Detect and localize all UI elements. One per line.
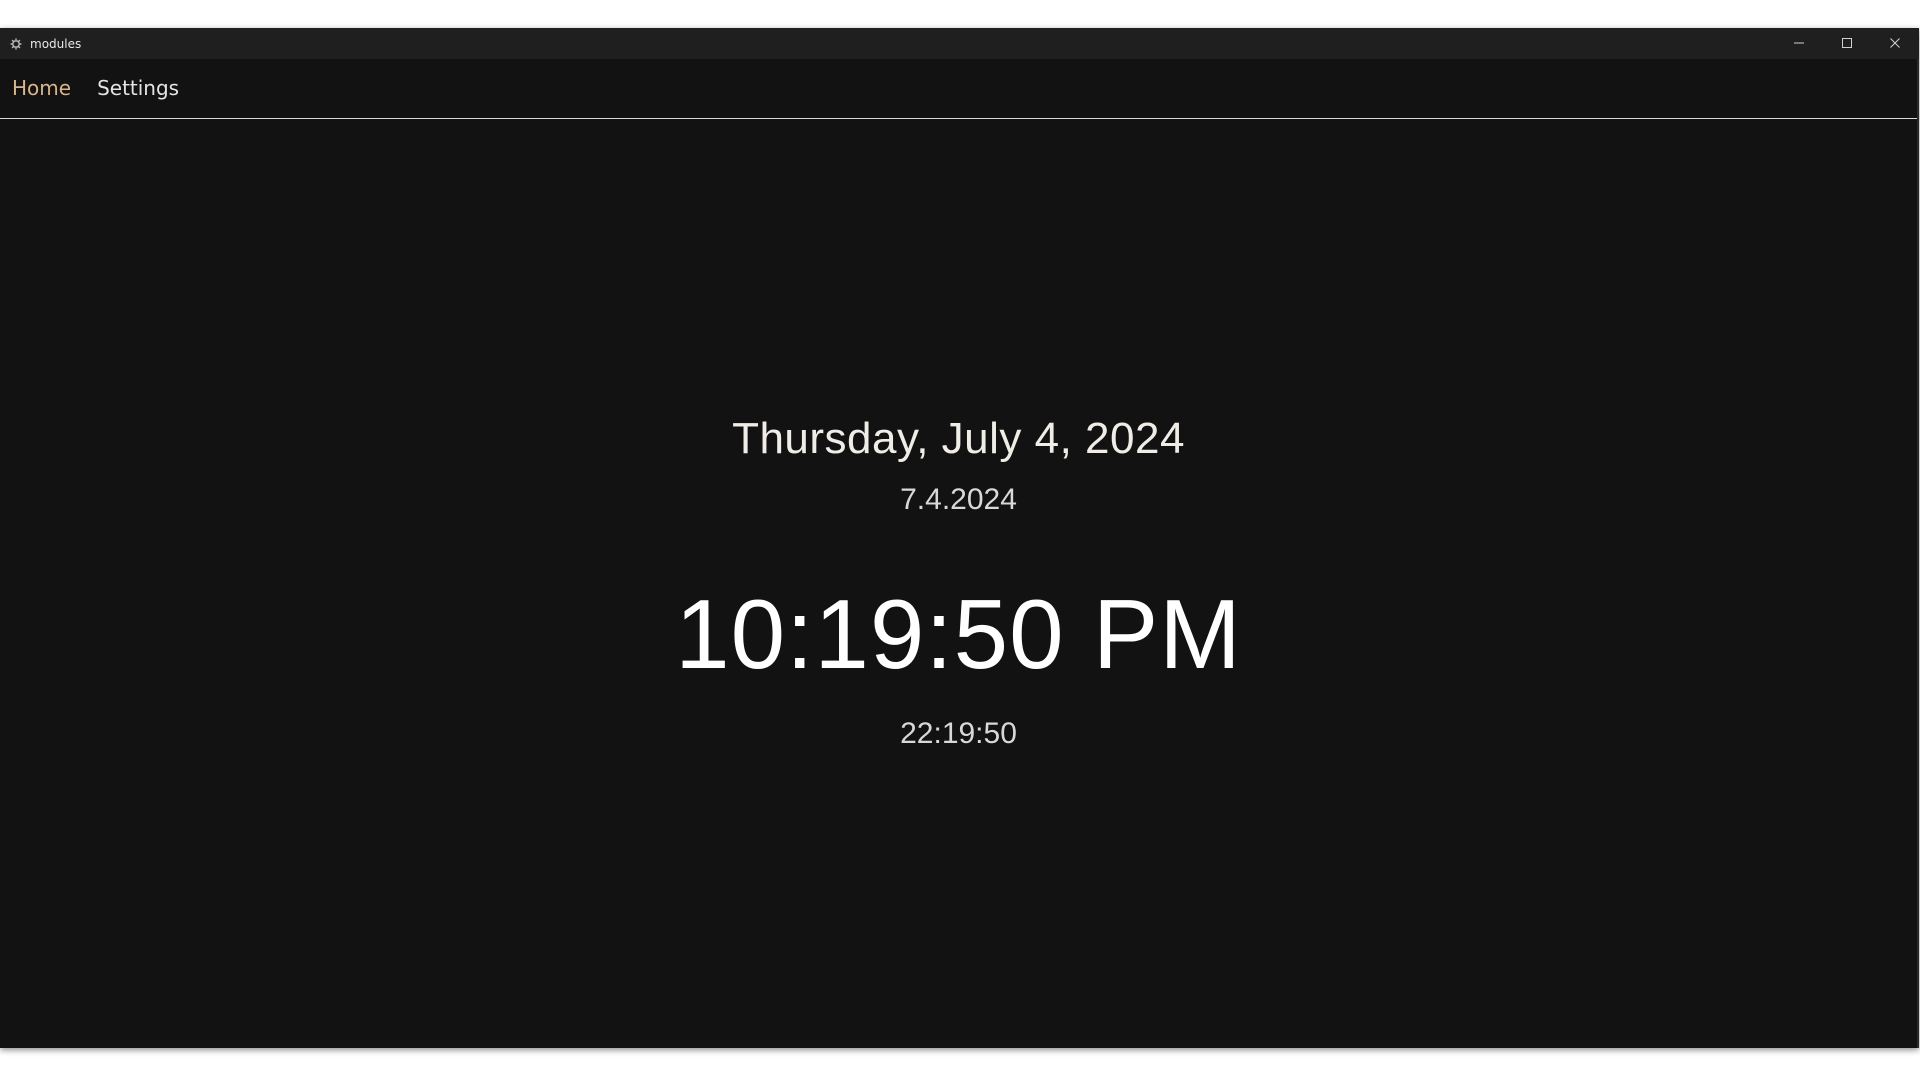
time-24h: 22:19:50 xyxy=(900,717,1017,750)
gear-icon xyxy=(9,37,23,51)
window-edge xyxy=(1917,59,1919,1048)
short-date: 7.4.2024 xyxy=(900,483,1017,516)
close-button[interactable] xyxy=(1871,28,1919,59)
app-window: modules Home Settings Thursday, July 4, … xyxy=(0,28,1919,1048)
clock-panel: Thursday, July 4, 2024 7.4.2024 10:19:50… xyxy=(0,119,1919,1048)
minimize-icon xyxy=(1793,34,1805,53)
window-controls xyxy=(1775,28,1919,59)
nav-item-home[interactable]: Home xyxy=(12,76,71,100)
title-bar[interactable]: modules xyxy=(0,28,1919,59)
maximize-button[interactable] xyxy=(1823,28,1871,59)
minimize-button[interactable] xyxy=(1775,28,1823,59)
maximize-icon xyxy=(1841,34,1853,53)
close-icon xyxy=(1889,34,1901,53)
nav-bar: Home Settings xyxy=(0,59,1919,117)
window-title: modules xyxy=(30,36,82,51)
long-date: Thursday, July 4, 2024 xyxy=(732,414,1185,463)
nav-item-settings[interactable]: Settings xyxy=(97,76,179,100)
time-12h: 10:19:50 PM xyxy=(675,579,1242,689)
